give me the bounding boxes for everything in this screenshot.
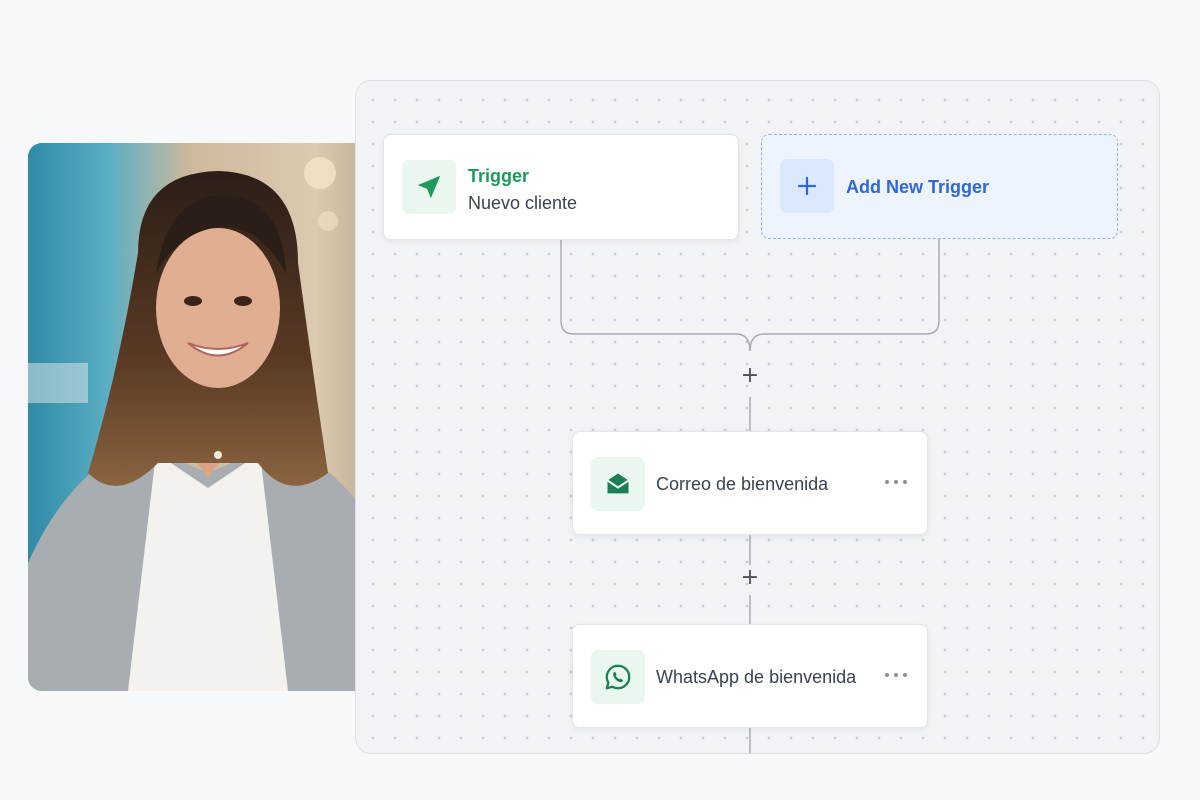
add-trigger-label: Add New Trigger xyxy=(846,177,990,197)
navigation-arrow-icon xyxy=(417,175,441,199)
workflow-canvas: Trigger Nuevo cliente Add New Trigger + … xyxy=(355,80,1160,754)
add-new-trigger-button[interactable]: Add New Trigger xyxy=(761,134,1118,239)
add-step-button-2[interactable]: + xyxy=(739,567,761,589)
plus-icon xyxy=(797,176,817,196)
add-trigger-icon-tile xyxy=(780,159,834,213)
step-label-whatsapp: WhatsApp de bienvenida xyxy=(656,667,857,687)
person-illustration xyxy=(28,143,388,691)
envelope-icon xyxy=(606,473,630,494)
trigger-icon-tile xyxy=(402,160,456,214)
trigger-title: Trigger xyxy=(468,166,530,186)
add-step-button[interactable]: + xyxy=(739,365,761,387)
email-icon-tile xyxy=(591,457,645,511)
whatsapp-icon xyxy=(605,664,631,690)
step-card-whatsapp[interactable]: WhatsApp de bienvenida xyxy=(572,624,928,728)
trigger-card[interactable]: Trigger Nuevo cliente xyxy=(383,134,739,240)
step-label-email: Correo de bienvenida xyxy=(656,474,829,494)
whatsapp-icon-tile xyxy=(591,650,645,704)
more-options-icon[interactable] xyxy=(885,472,907,492)
step-card-email[interactable]: Correo de bienvenida xyxy=(572,431,928,535)
person-photo xyxy=(28,143,388,691)
trigger-subtitle: Nuevo cliente xyxy=(468,193,578,213)
more-options-icon[interactable] xyxy=(885,665,907,685)
